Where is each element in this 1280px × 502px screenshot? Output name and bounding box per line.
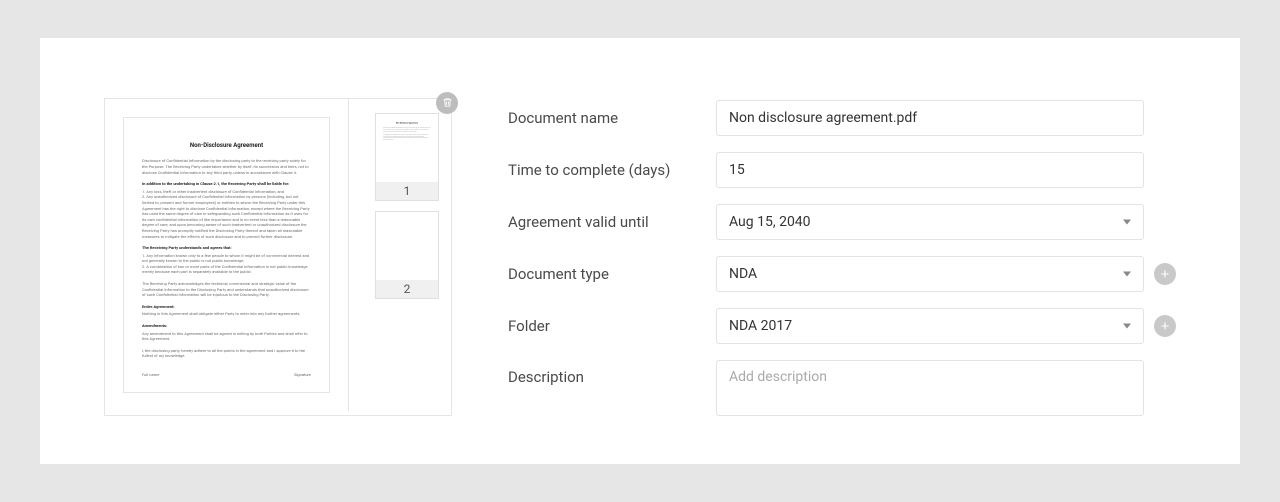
label-time-to-complete: Time to complete (days) — [508, 161, 696, 179]
time-to-complete-input[interactable] — [729, 162, 1131, 178]
thumbnail-image: Non-Disclosure Agreement Disclosure of C… — [376, 114, 438, 182]
main-page-preview: Non-Disclosure Agreement Disclosure of C… — [105, 99, 349, 411]
label-valid-until: Agreement valid until — [508, 213, 696, 231]
label-document-type: Document type — [508, 265, 696, 283]
thumbnail-number: 1 — [376, 182, 438, 200]
trash-icon — [442, 96, 453, 111]
add-document-type-button[interactable]: + — [1154, 263, 1176, 285]
chevron-down-icon — [1123, 220, 1131, 225]
plus-icon: + — [1161, 319, 1170, 334]
folder-value: NDA 2017 — [729, 318, 792, 334]
valid-until-value: Aug 15, 2040 — [729, 214, 811, 230]
document-name-input[interactable] — [729, 110, 1131, 126]
description-input[interactable] — [729, 361, 1131, 415]
row-folder: Folder NDA 2017 + — [508, 308, 1176, 344]
chevron-down-icon — [1123, 272, 1131, 277]
document-title: Non-Disclosure Agreement — [142, 142, 311, 150]
plus-icon: + — [1161, 267, 1170, 282]
row-document-type: Document type NDA + — [508, 256, 1176, 292]
thumbnail-image — [376, 212, 438, 280]
row-description: Description — [508, 360, 1176, 416]
time-to-complete-field[interactable] — [716, 152, 1144, 188]
label-document-name: Document name — [508, 109, 696, 127]
document-settings-card: Non-Disclosure Agreement Disclosure of C… — [40, 38, 1240, 464]
label-folder: Folder — [508, 317, 696, 335]
document-page: Non-Disclosure Agreement Disclosure of C… — [123, 117, 330, 393]
valid-until-select[interactable]: Aug 15, 2040 — [716, 204, 1144, 240]
document-form: Document name Time to complete (days) Ag… — [508, 98, 1176, 416]
document-name-field[interactable] — [716, 100, 1144, 136]
document-type-select[interactable]: NDA — [716, 256, 1144, 292]
add-folder-button[interactable]: + — [1154, 315, 1176, 337]
delete-document-button[interactable] — [436, 92, 458, 114]
thumbnail-1[interactable]: Non-Disclosure Agreement Disclosure of C… — [375, 113, 439, 201]
row-time-to-complete: Time to complete (days) — [508, 152, 1176, 188]
thumbnail-number: 2 — [376, 280, 438, 298]
description-field[interactable] — [716, 360, 1144, 416]
thumbnail-strip: Non-Disclosure Agreement Disclosure of C… — [363, 99, 451, 415]
thumbnail-2[interactable]: 2 — [375, 211, 439, 299]
folder-select[interactable]: NDA 2017 — [716, 308, 1144, 344]
chevron-down-icon — [1123, 324, 1131, 329]
document-type-value: NDA — [729, 266, 757, 282]
row-valid-until: Agreement valid until Aug 15, 2040 — [508, 204, 1176, 240]
label-description: Description — [508, 360, 696, 386]
preview-pane: Non-Disclosure Agreement Disclosure of C… — [104, 98, 452, 416]
row-document-name: Document name — [508, 100, 1176, 136]
